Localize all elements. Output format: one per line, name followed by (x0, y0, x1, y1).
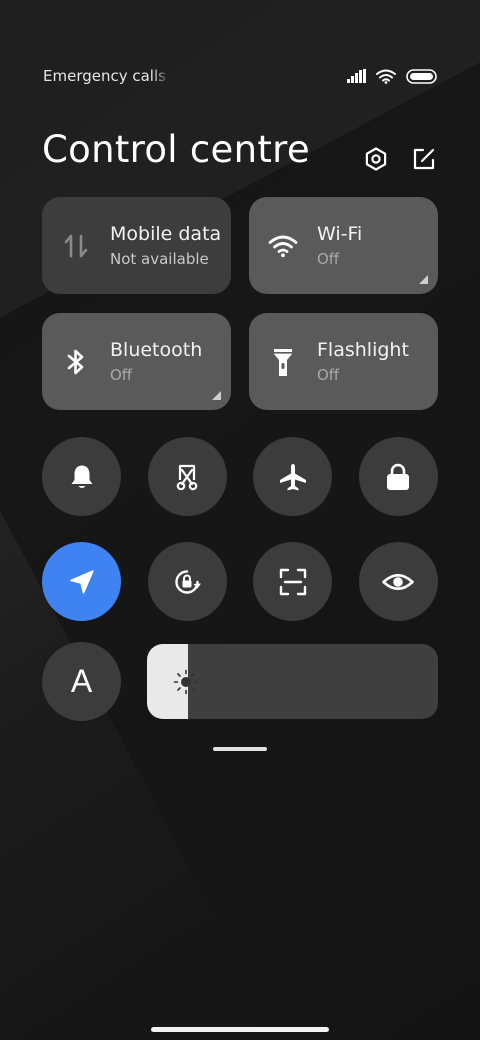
settings-icon (365, 147, 387, 171)
tile-flashlight[interactable]: Flashlight Off (249, 313, 438, 410)
scanner-icon (279, 568, 307, 595)
drag-handle[interactable] (213, 747, 267, 751)
tile-status: Off (317, 365, 340, 384)
tile-bluetooth[interactable]: Bluetooth Off (42, 313, 231, 410)
status-icons (347, 68, 437, 84)
airplane-icon (279, 463, 306, 490)
quick-tiles: Mobile data Not available Wi-Fi Off Blue… (42, 197, 438, 410)
brightness-slider[interactable] (147, 644, 438, 719)
header-actions (362, 145, 438, 173)
toggle-airplane-mode[interactable] (253, 437, 333, 516)
toggle-font[interactable]: A (42, 642, 121, 721)
edit-icon (413, 148, 435, 170)
tile-label: Wi-Fi (317, 222, 363, 245)
tile-label: Mobile data (110, 222, 222, 245)
settings-button[interactable] (362, 145, 390, 173)
bluetooth-icon (67, 349, 84, 374)
expand-corner-icon[interactable] (212, 391, 221, 400)
screenshot-icon (176, 464, 198, 490)
toggle-lock-screen[interactable] (358, 437, 438, 516)
tile-status: Off (110, 365, 133, 384)
tile-status: Not available (110, 249, 209, 268)
rotation-lock-icon (175, 569, 202, 594)
bell-icon (71, 465, 92, 488)
font-icon: A (70, 663, 93, 699)
toggle-rotation-lock[interactable] (147, 542, 227, 621)
edit-button[interactable] (410, 145, 438, 173)
wifi-icon (376, 69, 396, 84)
signal-icon (347, 69, 366, 83)
toggle-screenshot[interactable] (147, 437, 227, 516)
toggle-location[interactable] (42, 542, 121, 621)
battery-icon (406, 68, 437, 84)
tile-label: Flashlight (317, 338, 409, 361)
page-title: Control centre (42, 128, 310, 171)
location-icon (69, 569, 94, 594)
tile-label: Bluetooth (110, 338, 203, 361)
tile-mobile-data[interactable]: Mobile data Not available (42, 197, 231, 294)
toggle-sound[interactable] (42, 437, 121, 516)
flashlight-icon (274, 348, 292, 376)
tile-wifi[interactable]: Wi-Fi Off (249, 197, 438, 294)
toggle-row-1 (42, 437, 438, 516)
carrier-text: Emergency calls only (43, 67, 171, 85)
toggle-reading-mode[interactable] (358, 542, 438, 621)
expand-corner-icon[interactable] (419, 275, 428, 284)
wifi-icon (268, 235, 298, 257)
eye-icon (382, 573, 415, 590)
home-indicator[interactable] (151, 1027, 329, 1032)
toggle-scanner[interactable] (253, 542, 333, 621)
tile-status: Off (317, 249, 340, 268)
status-bar: Emergency calls only (43, 64, 437, 88)
brightness-icon (173, 669, 199, 695)
toggle-row-2 (42, 542, 438, 621)
mobile-data-icon (64, 234, 88, 257)
toggle-row-3: A (42, 642, 121, 721)
lock-icon (387, 463, 410, 490)
